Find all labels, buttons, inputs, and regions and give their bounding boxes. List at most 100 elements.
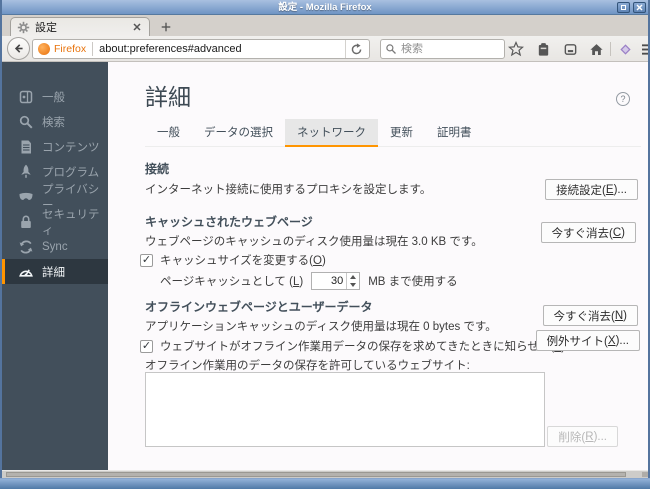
cache-usage-text: ウェブページのキャッシュのディスク使用量は現在 3.0 KB です。 <box>145 236 483 248</box>
search-input[interactable] <box>401 43 491 55</box>
close-icon <box>636 4 643 11</box>
gauge-icon <box>19 268 33 277</box>
offline-allowed-label: オフライン作業用のデータの保存を許可しているウェブサイト: <box>145 360 470 372</box>
connection-heading: 接続 <box>145 162 170 176</box>
override-cache-size-label: キャッシュサイズを変更する(O) <box>160 255 326 267</box>
bookmark-star-button[interactable] <box>504 39 528 59</box>
connection-description: インターネット接続に使用するプロキシを設定します。 <box>145 184 432 196</box>
plus-icon <box>161 22 171 31</box>
gear-icon <box>17 21 30 33</box>
rocket-icon <box>21 164 31 178</box>
sidebar-item-label: Sync <box>42 240 68 253</box>
window-title: 設定 - Mozilla Firefox <box>278 2 372 13</box>
remove-site-button[interactable]: 削除(R)... <box>547 426 618 447</box>
horizontal-scrollbar[interactable] <box>0 470 650 478</box>
clear-offline-cache-button[interactable]: 今すぐ消去(N) <box>542 305 638 326</box>
sidebar-item-label: 詳細 <box>42 266 65 279</box>
nav-toolbar: Firefox about:preferences#advanced <box>2 36 650 62</box>
cache-size-field <box>311 272 361 290</box>
check-icon: ✓ <box>141 253 152 266</box>
home-button[interactable] <box>584 39 608 59</box>
offline-notify-checkbox[interactable]: ✓ <box>140 339 153 353</box>
tab-network[interactable]: ネットワーク <box>285 119 378 147</box>
new-tab-button[interactable] <box>154 18 178 35</box>
downloads-button[interactable] <box>558 39 582 59</box>
override-cache-size-checkbox[interactable]: ✓ <box>140 253 153 267</box>
search-bar[interactable] <box>380 39 505 59</box>
sidebar-item-label: 一般 <box>42 91 65 104</box>
offline-notify-row: ✓ ウェブサイトがオフライン作業用データの保存を求めてきたときに知らせる(T) <box>140 338 565 354</box>
window-border-left <box>0 0 2 478</box>
home-icon <box>589 43 603 55</box>
tab-strip: 設定 <box>2 15 648 36</box>
close-icon <box>133 23 141 31</box>
back-icon <box>14 44 23 53</box>
reload-icon <box>351 42 362 54</box>
scrollbar-thumb[interactable] <box>6 472 626 477</box>
maximize-icon <box>621 5 626 10</box>
sidebar-item-advanced[interactable]: 詳細 <box>2 259 108 284</box>
sidebar-item-label: コンテンツ <box>42 141 100 154</box>
cache-heading: キャッシュされたウェブページ <box>145 215 313 229</box>
offline-sites-listbox[interactable] <box>145 372 545 447</box>
identity-label: Firefox <box>54 43 87 55</box>
search-icon <box>386 44 396 54</box>
search-icon <box>19 115 33 129</box>
tab-general[interactable]: 一般 <box>145 119 192 147</box>
preferences-content: 詳細 ? 一般 データの選択 ネットワーク 更新 証明書 接続 インターネット接… <box>108 62 648 470</box>
sidebar-item-label: プログラム <box>42 166 100 179</box>
url-text[interactable]: about:preferences#advanced <box>99 43 345 55</box>
cache-limit-label: ページキャッシュとして (L) <box>160 276 304 288</box>
tab-title: 設定 <box>35 22 57 34</box>
offline-notify-label: ウェブサイトがオフライン作業用データの保存を求めてきたときに知らせる(T) <box>160 341 565 353</box>
check-icon: ✓ <box>141 339 152 352</box>
document-icon <box>21 140 31 153</box>
advanced-tabs: 一般 データの選択 ネットワーク 更新 証明書 <box>145 119 641 147</box>
bookmark-star-icon <box>508 41 524 57</box>
sidebar-item-sync[interactable]: Sync <box>2 234 108 259</box>
sidebar-item-label: 検索 <box>42 116 65 129</box>
browser-tab-settings[interactable]: 設定 <box>10 17 150 36</box>
bookmarks-menu-button[interactable] <box>531 39 555 59</box>
clear-cache-button[interactable]: 今すぐ消去(C) <box>540 222 636 243</box>
close-button[interactable] <box>633 2 646 13</box>
tab-data-choices[interactable]: データの選択 <box>192 119 285 147</box>
url-bar[interactable]: Firefox about:preferences#advanced <box>32 39 370 59</box>
tab-close-button[interactable] <box>131 21 143 33</box>
offline-usage-text: アプリケーションキャッシュのディスク使用量は現在 0 bytes です。 <box>145 321 497 333</box>
sync-icon <box>19 239 33 254</box>
addon-button[interactable] <box>613 39 637 59</box>
url-divider <box>92 42 94 56</box>
sidebar-item-general[interactable]: 一般 <box>2 84 108 109</box>
bookmarks-menu-icon <box>538 42 548 56</box>
cache-limit-row: ページキャッシュとして (L) MB まで使用する <box>160 272 458 290</box>
tab-certificates[interactable]: 証明書 <box>425 119 484 147</box>
sidebar-item-search[interactable]: 検索 <box>2 109 108 134</box>
tab-update[interactable]: 更新 <box>378 119 425 147</box>
site-identity-icon[interactable] <box>38 43 50 55</box>
question-icon: ? <box>620 94 626 104</box>
sidebar-item-security[interactable]: セキュリティ <box>2 209 108 237</box>
preferences-sidebar: 一般 検索 コンテンツ プログラム プライバシー セキュリティ Sync 詳細 <box>2 62 108 470</box>
window-border-bottom <box>0 478 650 489</box>
cache-size-input[interactable] <box>312 273 347 289</box>
page-title: 詳細 <box>145 84 191 110</box>
sidebar-item-content[interactable]: コンテンツ <box>2 134 108 159</box>
mask-icon <box>19 192 33 200</box>
connection-settings-button[interactable]: 接続設定(E)... <box>545 179 638 200</box>
spin-down-icon[interactable] <box>347 281 359 289</box>
toolbar-separator <box>610 42 611 56</box>
override-cache-size-row: ✓ キャッシュサイズを変更する(O) <box>140 252 326 268</box>
cache-size-spinner[interactable] <box>346 273 359 289</box>
sidebar-item-label: セキュリティ <box>42 208 100 237</box>
back-button[interactable] <box>7 37 30 60</box>
titlebar[interactable]: 設定 - Mozilla Firefox <box>0 0 650 15</box>
cache-limit-suffix: MB まで使用する <box>368 276 458 288</box>
help-button[interactable]: ? <box>616 92 630 106</box>
firefox-window: 設定 - Mozilla Firefox 設定 Firefox about:pr… <box>0 0 650 489</box>
maximize-button[interactable] <box>617 2 630 13</box>
reload-button[interactable] <box>345 40 367 58</box>
offline-exceptions-button[interactable]: 例外サイト(X)... <box>535 330 640 351</box>
spin-up-icon[interactable] <box>347 273 359 281</box>
addon-diamond-icon <box>619 43 631 55</box>
